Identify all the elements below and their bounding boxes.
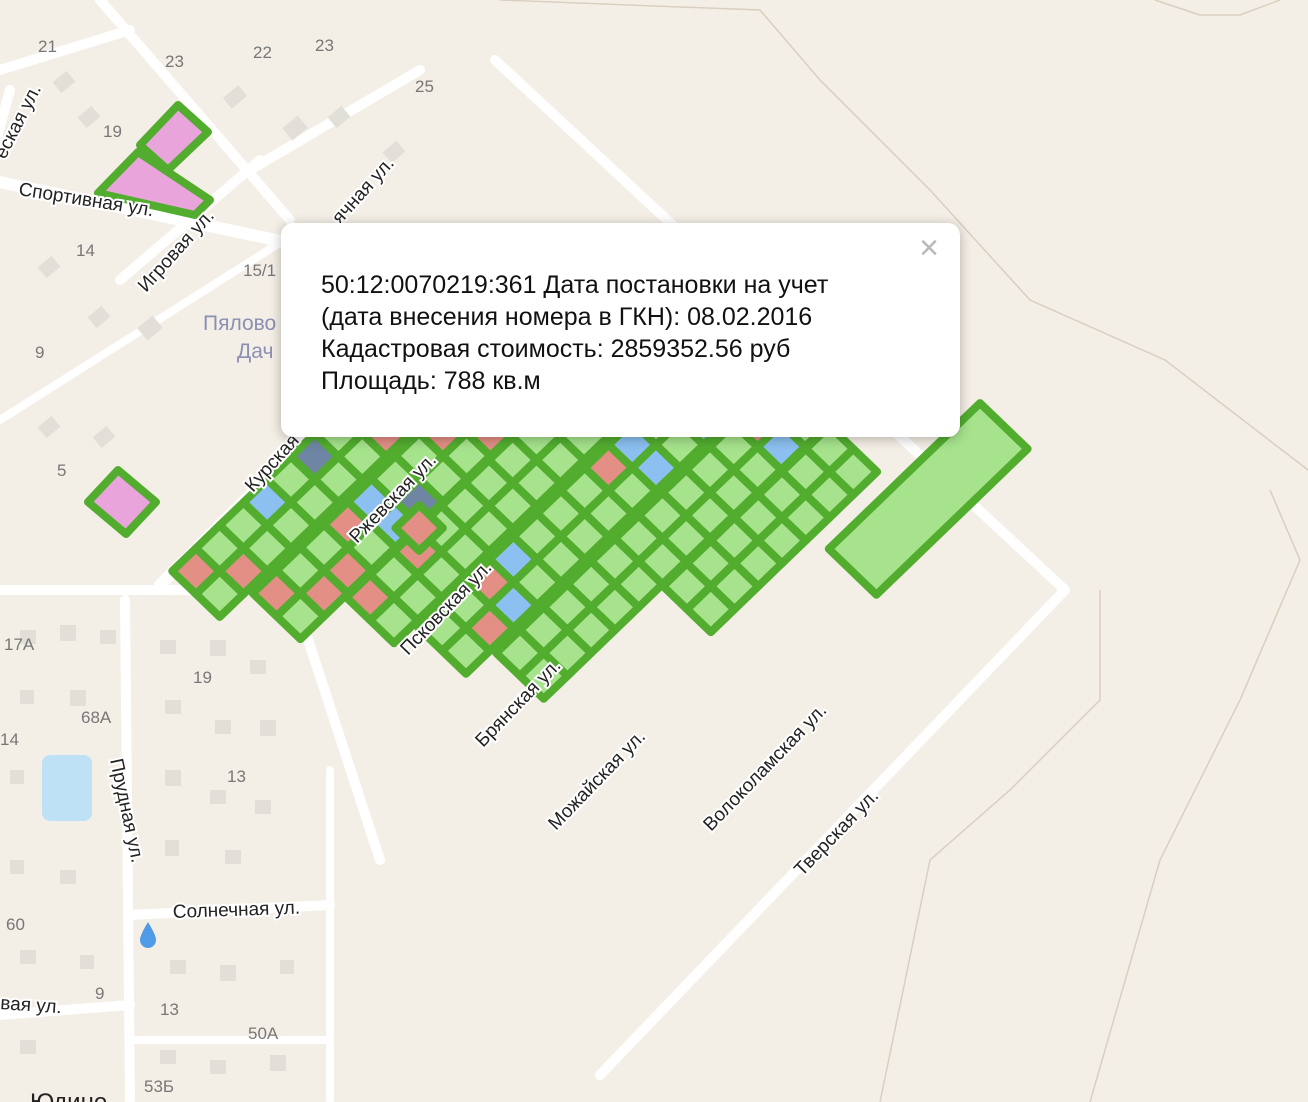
house-number: 5 <box>57 461 66 480</box>
house-number: 23 <box>315 36 334 55</box>
house-number: 14 <box>0 730 19 749</box>
popup-line-area: Площадь: 788 кв.м <box>321 367 541 395</box>
house-number: 13 <box>160 1000 179 1019</box>
house-number: 17А <box>4 635 35 654</box>
popup-line-cadastral-number: 50:12:0070219:361 Дата постановки на уче… <box>321 271 829 299</box>
map-canvas[interactable]: 21 23 22 23 25 19 14 15/1 9 5 17А 19 68А… <box>0 0 1308 1102</box>
street-label-vaya: вая ул. <box>0 993 62 1018</box>
popup-line-registration-date: (дата внесения номера в ГКН): 08.02.2016 <box>321 303 813 331</box>
house-number: 14 <box>76 241 95 260</box>
house-number: 19 <box>103 122 122 141</box>
popup-line-cadastral-value: Кадастровая стоимость: 2859352.56 руб <box>321 335 791 363</box>
house-number: 13 <box>227 767 246 786</box>
house-number: 60 <box>6 915 25 934</box>
house-number: 9 <box>35 343 44 362</box>
house-number: 68А <box>81 708 112 727</box>
house-number: 15/1 <box>243 261 276 280</box>
house-number: 50А <box>248 1024 279 1043</box>
house-number: 19 <box>193 668 212 687</box>
street-label-solnechnaya: Солнечная ул. <box>172 898 300 923</box>
house-number: 25 <box>415 77 434 96</box>
town-label: Юдино <box>30 1089 107 1102</box>
popup-content: 50:12:0070219:361 Дата постановки на уче… <box>321 269 921 397</box>
settlement-label: Дач <box>237 340 273 363</box>
house-number: 9 <box>95 984 104 1003</box>
close-icon[interactable]: × <box>914 231 944 265</box>
settlement-label: Пялово <box>203 312 276 335</box>
house-number: 21 <box>38 37 57 56</box>
parcel-info-popup: × 50:12:0070219:361 Дата постановки на у… <box>281 223 960 437</box>
house-number: 22 <box>253 43 272 62</box>
pond <box>42 755 92 821</box>
house-number: 53Б <box>144 1077 174 1096</box>
house-number: 23 <box>165 52 184 71</box>
